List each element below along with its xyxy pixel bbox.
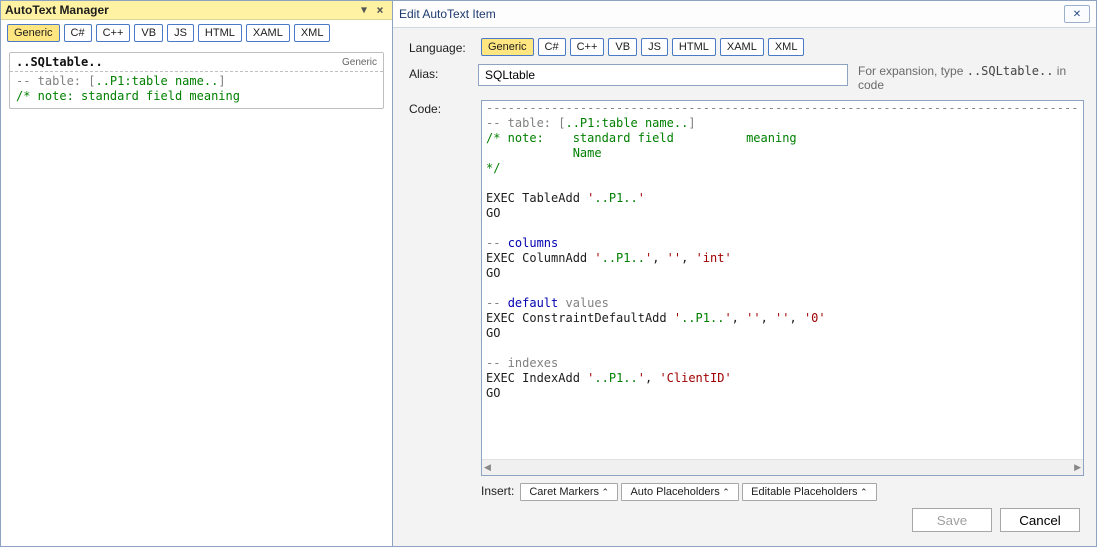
language-xaml[interactable]: XAML [720, 38, 764, 56]
autotext-item[interactable]: ..SQLtable.. Generic -- table: [..P1:tab… [9, 52, 384, 109]
item-preview: -- table: [..P1:table name..] /* note: s… [10, 72, 383, 108]
item-language-tag: Generic [342, 57, 377, 68]
language-c[interactable]: C# [538, 38, 566, 56]
insert-toolbar: Insert: Caret Markers Auto Placeholders … [409, 484, 1084, 498]
language-html[interactable]: HTML [198, 24, 242, 42]
language-js[interactable]: JS [167, 24, 194, 42]
language-filter-bar: GenericC#C++VBJSHTMLXAMLXML [1, 20, 392, 46]
code-label: Code: [409, 100, 471, 476]
pin-icon[interactable]: ▼ [356, 5, 372, 16]
expansion-hint: For expansion, type ..SQLtable.. in code [858, 64, 1084, 92]
language-c[interactable]: C# [64, 24, 92, 42]
dialog-title: Edit AutoText Item [399, 7, 496, 21]
autotext-manager-panel: AutoText Manager ▼ × GenericC#C++VBJSHTM… [1, 1, 393, 546]
language-generic[interactable]: Generic [481, 38, 534, 56]
scroll-right-icon[interactable]: ▶ [1074, 462, 1081, 473]
dialog-close-button[interactable]: ✕ [1064, 5, 1090, 23]
language-c[interactable]: C++ [570, 38, 605, 56]
dialog-titlebar: Edit AutoText Item ✕ [393, 1, 1096, 28]
language-label: Language: [409, 38, 471, 55]
language-xml[interactable]: XML [294, 24, 331, 42]
insert-caret-markers[interactable]: Caret Markers [520, 483, 618, 501]
language-xaml[interactable]: XAML [246, 24, 290, 42]
horizontal-scrollbar[interactable]: ◀ ▶ [482, 459, 1083, 475]
save-button[interactable]: Save [912, 508, 992, 532]
close-panel-icon[interactable]: × [372, 3, 388, 17]
language-js[interactable]: JS [641, 38, 668, 56]
item-alias: ..SQLtable.. [16, 55, 103, 69]
cancel-button[interactable]: Cancel [1000, 508, 1080, 532]
alias-input[interactable] [478, 64, 848, 86]
language-vb[interactable]: VB [134, 24, 163, 42]
language-select-bar: GenericC#C++VBJSHTMLXAMLXML [481, 38, 804, 56]
language-vb[interactable]: VB [608, 38, 637, 56]
edit-autotext-dialog: Edit AutoText Item ✕ Language: GenericC#… [393, 1, 1096, 546]
scroll-left-icon[interactable]: ◀ [484, 462, 491, 473]
language-xml[interactable]: XML [768, 38, 805, 56]
insert-auto-placeholders[interactable]: Auto Placeholders [621, 483, 738, 501]
alias-label: Alias: [409, 64, 468, 81]
language-html[interactable]: HTML [672, 38, 716, 56]
panel-titlebar: AutoText Manager ▼ × [1, 1, 392, 20]
insert-editable-placeholders[interactable]: Editable Placeholders [742, 483, 876, 501]
language-c[interactable]: C++ [96, 24, 131, 42]
insert-label: Insert: [481, 484, 514, 498]
panel-title: AutoText Manager [5, 3, 109, 17]
language-generic[interactable]: Generic [7, 24, 60, 42]
code-editor[interactable]: ----------------------------------------… [481, 100, 1084, 476]
